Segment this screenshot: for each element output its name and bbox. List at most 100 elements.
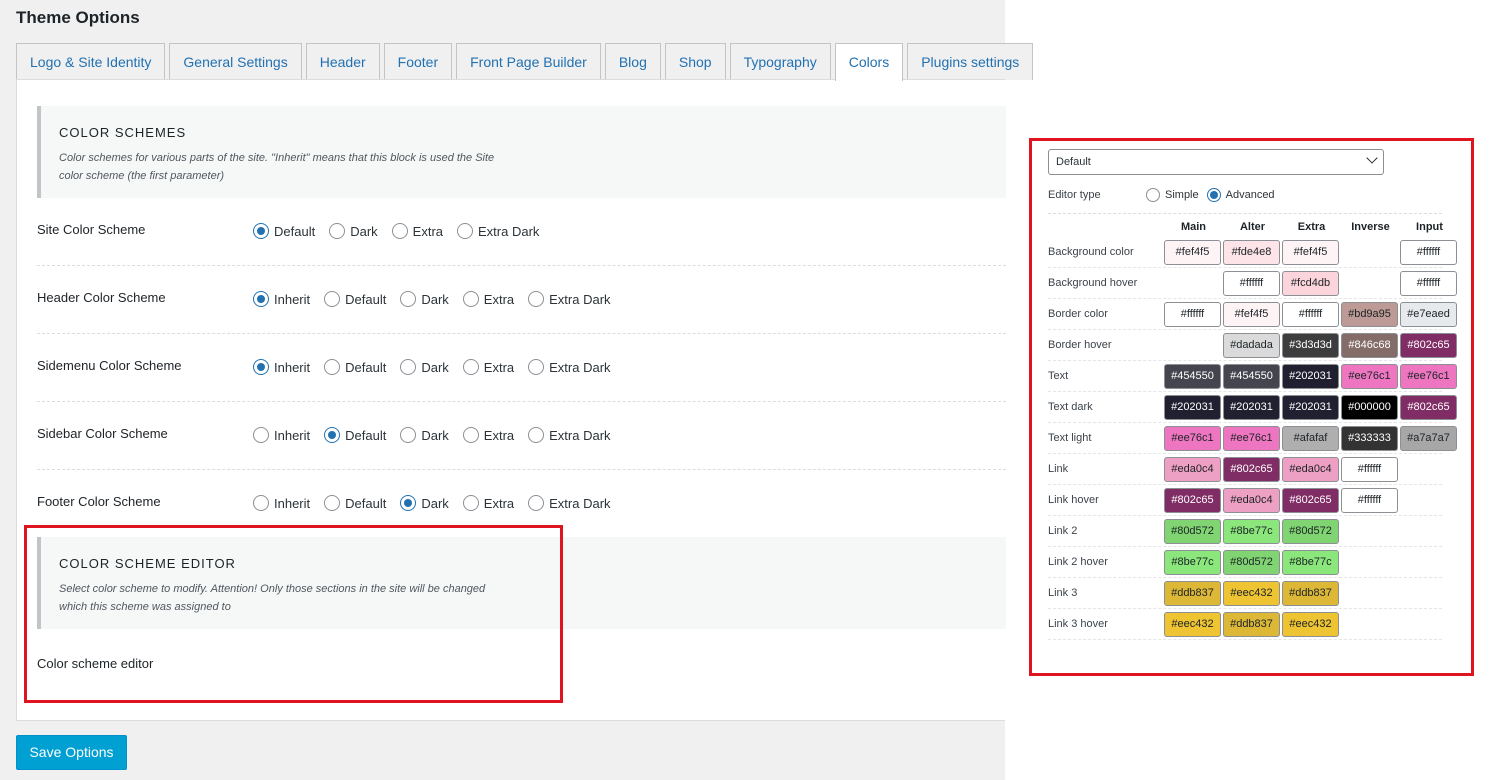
radio-option-extra-dark[interactable]: Extra Dark bbox=[528, 291, 611, 307]
radio-button[interactable] bbox=[253, 427, 269, 443]
color-swatch-input[interactable]: #802c65 bbox=[1282, 488, 1339, 513]
radio-option-inherit[interactable]: Inherit bbox=[253, 291, 310, 307]
color-swatch-input[interactable]: #a7a7a7 bbox=[1400, 426, 1457, 451]
color-swatch-input[interactable]: #dadada bbox=[1223, 333, 1280, 358]
color-swatch-input[interactable]: #80d572 bbox=[1164, 519, 1221, 544]
color-swatch-input[interactable]: #802c65 bbox=[1223, 457, 1280, 482]
tab-footer[interactable]: Footer bbox=[383, 43, 453, 80]
radio-option-extra[interactable]: Extra bbox=[391, 223, 443, 239]
radio-option-extra[interactable]: Extra bbox=[462, 495, 514, 511]
color-swatch-input[interactable]: #8be77c bbox=[1223, 519, 1280, 544]
color-swatch-input[interactable]: #846c68 bbox=[1341, 333, 1398, 358]
color-swatch-input[interactable]: #fef4f5 bbox=[1223, 302, 1280, 327]
radio-option-dark[interactable]: Dark bbox=[400, 291, 449, 307]
color-swatch-input[interactable]: #202031 bbox=[1223, 395, 1280, 420]
color-swatch-input[interactable]: #202031 bbox=[1164, 395, 1221, 420]
editor-type-simple[interactable]: Simple bbox=[1146, 188, 1199, 202]
radio-option-extra[interactable]: Extra bbox=[462, 427, 514, 443]
color-swatch-input[interactable]: #ddb837 bbox=[1164, 581, 1221, 606]
color-swatch-input[interactable]: #ee76c1 bbox=[1164, 426, 1221, 451]
radio-button[interactable] bbox=[391, 223, 408, 239]
color-swatch-input[interactable]: #eec432 bbox=[1282, 612, 1339, 637]
color-swatch-input[interactable]: #afafaf bbox=[1282, 426, 1339, 451]
radio-button[interactable] bbox=[400, 291, 417, 307]
radio-button[interactable] bbox=[324, 427, 341, 443]
radio-option-dark[interactable]: Dark bbox=[329, 223, 378, 239]
color-swatch-input[interactable]: #fef4f5 bbox=[1164, 240, 1221, 265]
radio-option-dark[interactable]: Dark bbox=[400, 495, 449, 511]
radio-option-default[interactable]: Default bbox=[324, 359, 386, 375]
color-swatch-input[interactable]: #fef4f5 bbox=[1282, 240, 1339, 265]
color-swatch-input[interactable]: #eda0c4 bbox=[1164, 457, 1221, 482]
color-swatch-input[interactable]: #fde4e8 bbox=[1223, 240, 1280, 265]
color-swatch-input[interactable]: #454550 bbox=[1164, 364, 1221, 389]
tab-shop[interactable]: Shop bbox=[664, 43, 726, 80]
radio-option-default[interactable]: Default bbox=[324, 427, 386, 443]
color-swatch-input[interactable]: #8be77c bbox=[1282, 550, 1339, 575]
color-swatch-input[interactable]: #ee76c1 bbox=[1400, 364, 1457, 389]
color-swatch-input[interactable]: #3d3d3d bbox=[1282, 333, 1339, 358]
color-swatch-input[interactable]: #fcd4db bbox=[1282, 271, 1339, 296]
editor-type-advanced[interactable]: Advanced bbox=[1206, 188, 1275, 202]
color-swatch-input[interactable]: #454550 bbox=[1223, 364, 1280, 389]
radio-button[interactable] bbox=[528, 427, 545, 443]
color-swatch-input[interactable]: #ffffff bbox=[1400, 240, 1457, 265]
color-swatch-input[interactable]: #eda0c4 bbox=[1282, 457, 1339, 482]
radio-button[interactable] bbox=[457, 223, 473, 239]
radio-button[interactable] bbox=[253, 291, 269, 307]
radio-option-extra-dark[interactable]: Extra Dark bbox=[528, 359, 611, 375]
color-swatch-input[interactable]: #e7eaed bbox=[1400, 302, 1457, 327]
color-swatch-input[interactable]: #80d572 bbox=[1223, 550, 1280, 575]
radio-button[interactable] bbox=[253, 495, 269, 511]
radio-button[interactable] bbox=[1146, 188, 1160, 202]
tab-blog[interactable]: Blog bbox=[604, 43, 661, 80]
radio-button[interactable] bbox=[400, 427, 417, 443]
radio-button[interactable] bbox=[528, 495, 545, 511]
radio-button[interactable] bbox=[1206, 188, 1221, 202]
color-swatch-input[interactable]: #ddb837 bbox=[1223, 612, 1280, 637]
radio-option-default[interactable]: Default bbox=[253, 223, 315, 239]
radio-option-inherit[interactable]: Inherit bbox=[253, 427, 310, 443]
color-swatch-input[interactable]: #333333 bbox=[1341, 426, 1398, 451]
radio-button[interactable] bbox=[324, 495, 341, 511]
color-swatch-input[interactable]: #eec432 bbox=[1164, 612, 1221, 637]
tab-typography[interactable]: Typography bbox=[729, 43, 831, 80]
color-swatch-input[interactable]: #ddb837 bbox=[1282, 581, 1339, 606]
tab-general-settings[interactable]: General Settings bbox=[169, 43, 302, 80]
color-swatch-input[interactable]: #802c65 bbox=[1400, 333, 1457, 358]
radio-button[interactable] bbox=[400, 495, 417, 511]
tab-colors[interactable]: Colors bbox=[834, 43, 904, 81]
radio-button[interactable] bbox=[400, 359, 417, 375]
radio-button[interactable] bbox=[462, 427, 479, 443]
radio-option-inherit[interactable]: Inherit bbox=[253, 495, 310, 511]
tab-header[interactable]: Header bbox=[305, 43, 380, 80]
save-options-button[interactable]: Save Options bbox=[16, 735, 127, 770]
color-swatch-input[interactable]: #80d572 bbox=[1282, 519, 1339, 544]
radio-option-extra[interactable]: Extra bbox=[462, 359, 514, 375]
radio-option-dark[interactable]: Dark bbox=[400, 359, 449, 375]
radio-button[interactable] bbox=[253, 359, 269, 375]
radio-button[interactable] bbox=[528, 359, 545, 375]
color-swatch-input[interactable]: #ffffff bbox=[1341, 488, 1398, 513]
color-swatch-input[interactable]: #ffffff bbox=[1400, 271, 1457, 296]
radio-option-extra-dark[interactable]: Extra Dark bbox=[457, 223, 539, 239]
radio-option-extra[interactable]: Extra bbox=[462, 291, 514, 307]
radio-option-dark[interactable]: Dark bbox=[400, 427, 449, 443]
radio-option-default[interactable]: Default bbox=[324, 495, 386, 511]
color-swatch-input[interactable]: #802c65 bbox=[1164, 488, 1221, 513]
scheme-select[interactable]: Default bbox=[1048, 149, 1384, 175]
radio-button[interactable] bbox=[324, 291, 341, 307]
color-swatch-input[interactable]: #ee76c1 bbox=[1341, 364, 1398, 389]
color-swatch-input[interactable]: #ffffff bbox=[1223, 271, 1280, 296]
color-swatch-input[interactable]: #bd9a95 bbox=[1341, 302, 1398, 327]
radio-button[interactable] bbox=[253, 223, 269, 239]
color-swatch-input[interactable]: #802c65 bbox=[1400, 395, 1457, 420]
color-swatch-input[interactable]: #ee76c1 bbox=[1223, 426, 1280, 451]
color-swatch-input[interactable]: #202031 bbox=[1282, 395, 1339, 420]
color-swatch-input[interactable]: #eec432 bbox=[1223, 581, 1280, 606]
color-swatch-input[interactable]: #000000 bbox=[1341, 395, 1398, 420]
radio-option-extra-dark[interactable]: Extra Dark bbox=[528, 495, 611, 511]
radio-button[interactable] bbox=[462, 359, 479, 375]
color-swatch-input[interactable]: #eda0c4 bbox=[1223, 488, 1280, 513]
radio-button[interactable] bbox=[462, 495, 479, 511]
